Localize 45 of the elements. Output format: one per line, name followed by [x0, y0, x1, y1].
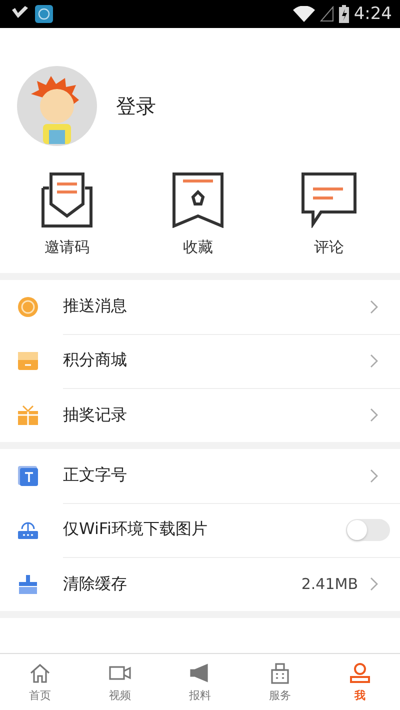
nav-tab[interactable]: 服务	[240, 654, 320, 710]
notification-icons	[10, 4, 54, 24]
shop-icon	[17, 350, 39, 372]
font-icon	[17, 465, 39, 487]
menu-label: 正文字号	[63, 465, 128, 486]
chevron-icon	[370, 300, 378, 314]
menu-label: 清除缓存	[63, 574, 128, 594]
menu-item[interactable]: 推送消息	[0, 280, 400, 334]
chevron-icon	[370, 408, 378, 422]
chevron-icon	[370, 468, 378, 482]
menu-item[interactable]: 积分商城	[0, 334, 400, 388]
menu-item[interactable]: 正文字号	[0, 449, 400, 503]
signal-icon	[320, 6, 334, 22]
menu-label: 推送消息	[63, 296, 128, 317]
login-link[interactable]: 登录	[116, 92, 156, 120]
envelope-icon	[39, 172, 95, 228]
shortcut-button[interactable]: 收藏	[143, 172, 253, 257]
menu-item[interactable]: 清除缓存 2.41MB	[0, 557, 400, 611]
menu-label: 仅WiFi环境下载图片	[63, 519, 208, 540]
battery-icon	[338, 5, 349, 23]
avatar-icon[interactable]	[17, 66, 97, 146]
bookmark-icon	[170, 172, 226, 228]
shortcut-button[interactable]: 评论	[274, 172, 384, 257]
home-icon	[29, 662, 51, 684]
nav-tab[interactable]: 首页	[0, 654, 80, 710]
wifi-icon	[292, 6, 315, 22]
building-icon	[269, 662, 291, 684]
menu-item[interactable]: 仅WiFi环境下载图片	[0, 503, 400, 557]
shortcut-button[interactable]: 邀请码	[12, 172, 122, 257]
cache-size: 2.41MB	[301, 575, 358, 593]
broom-icon	[17, 573, 39, 595]
megaphone-icon	[189, 662, 211, 684]
toggle-switch[interactable]	[346, 518, 390, 540]
nav-tab[interactable]: 报料	[160, 654, 240, 710]
gift-icon	[17, 404, 39, 426]
chevron-icon	[370, 577, 378, 591]
chevron-icon	[370, 354, 378, 368]
menu-label: 积分商城	[63, 350, 128, 371]
menu-item[interactable]: 抽奖记录	[0, 388, 400, 442]
nav-tab[interactable]: 视频	[80, 654, 160, 710]
badge-icon	[17, 296, 39, 318]
menu-label: 抽奖记录	[63, 404, 128, 426]
person-icon	[349, 662, 371, 684]
clock: 4:24	[354, 4, 392, 24]
comment-icon	[301, 172, 357, 228]
